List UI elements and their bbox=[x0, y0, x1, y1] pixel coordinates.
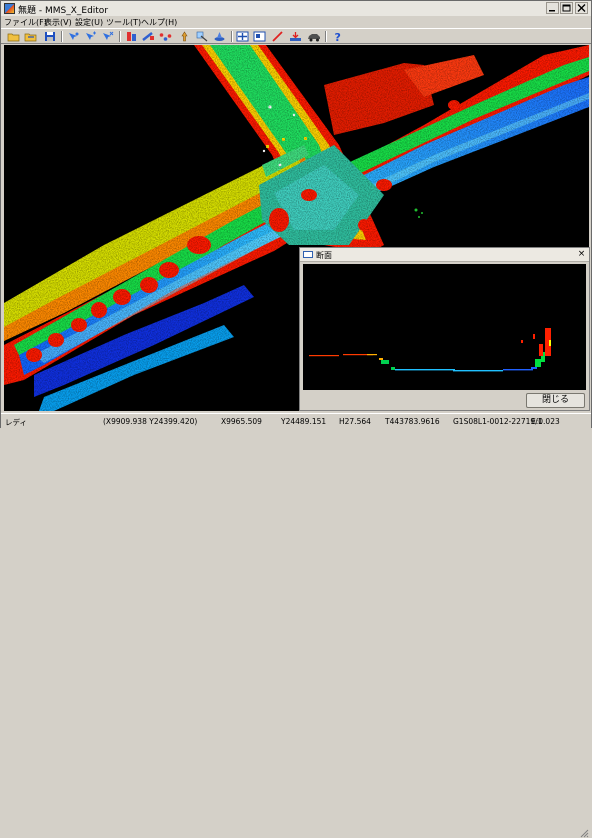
section-dialog-close-icon[interactable]: × bbox=[576, 249, 587, 259]
pin-button[interactable] bbox=[178, 30, 191, 42]
status-y: Y24489.151 bbox=[281, 417, 327, 426]
link-points-icon bbox=[159, 32, 172, 41]
measure-button[interactable] bbox=[196, 30, 209, 42]
minimize-icon bbox=[549, 10, 555, 12]
section-close-button[interactable]: 閉じる bbox=[526, 393, 585, 408]
add-view-icon bbox=[236, 31, 249, 41]
status-h: H27.564 bbox=[339, 417, 371, 426]
toolbar: ? bbox=[1, 28, 591, 44]
car-icon bbox=[308, 33, 320, 41]
open-folder-icon bbox=[7, 33, 20, 41]
section-profile-canvas[interactable] bbox=[303, 264, 586, 390]
menu-file[interactable]: ファイル(F) bbox=[4, 17, 47, 28]
delete-points-icon bbox=[142, 31, 154, 41]
link-points-button[interactable] bbox=[159, 30, 172, 42]
export-icon bbox=[290, 31, 301, 41]
section-dialog: 断面 × 閉じる bbox=[299, 247, 590, 411]
open-file-button[interactable] bbox=[24, 30, 37, 42]
status-e: E:0.023 bbox=[531, 417, 560, 426]
section-dialog-title: 断面 bbox=[316, 251, 332, 260]
select-tool-icon bbox=[69, 32, 79, 40]
draw-line-button[interactable] bbox=[271, 30, 284, 42]
menu-view[interactable]: 表示(V) bbox=[44, 17, 72, 28]
draw-line-icon bbox=[272, 30, 283, 42]
rotate-tool-button[interactable] bbox=[101, 30, 114, 42]
save-icon bbox=[44, 31, 55, 41]
car-button[interactable] bbox=[307, 30, 320, 42]
status-ready: レディ bbox=[5, 418, 27, 427]
move-tool-button[interactable] bbox=[84, 30, 97, 42]
help-button[interactable]: ? bbox=[331, 30, 344, 42]
delete-points-button[interactable] bbox=[142, 30, 155, 42]
status-file: G1S08L1-0012-22719/1 bbox=[453, 417, 543, 426]
status-x: X9965.509 bbox=[221, 417, 262, 426]
svg-text:?: ? bbox=[335, 31, 341, 42]
close-button[interactable] bbox=[575, 2, 588, 14]
menu-help[interactable]: ヘルプ(H) bbox=[141, 17, 177, 28]
section-view-button[interactable] bbox=[253, 30, 266, 42]
export-button[interactable] bbox=[289, 30, 302, 42]
select-tool-button[interactable] bbox=[67, 30, 80, 42]
edit-points-button[interactable] bbox=[125, 30, 138, 42]
menu-bar: ファイル(F) 表示(V) 設定(U) ツール(T) ヘルプ(H) bbox=[1, 16, 591, 28]
menu-settings[interactable]: 設定(U) bbox=[75, 17, 103, 28]
pin-icon bbox=[181, 30, 188, 41]
close-icon bbox=[577, 4, 586, 12]
layer-icon bbox=[214, 31, 225, 41]
edit-points-icon bbox=[127, 31, 136, 41]
maximize-button[interactable] bbox=[560, 2, 573, 14]
open-file-icon bbox=[24, 33, 37, 41]
section-dialog-titlebar[interactable]: 断面 × bbox=[300, 248, 589, 262]
menu-tools[interactable]: ツール(T) bbox=[106, 17, 141, 28]
add-view-button[interactable] bbox=[236, 30, 249, 42]
open-folder-button[interactable] bbox=[7, 30, 20, 42]
section-view-icon bbox=[253, 31, 266, 41]
save-button[interactable] bbox=[43, 30, 56, 42]
minimize-button[interactable] bbox=[546, 2, 559, 14]
app-icon bbox=[4, 3, 15, 14]
maximize-icon bbox=[562, 4, 571, 12]
move-tool-icon bbox=[86, 31, 96, 40]
status-center-coords: (X9909.938 Y24399.420) bbox=[103, 417, 198, 426]
title-bar[interactable]: 無題 - MMS_X_Editor bbox=[1, 1, 591, 17]
help-icon: ? bbox=[335, 31, 341, 42]
measure-icon bbox=[196, 31, 208, 41]
section-window-icon bbox=[303, 251, 313, 258]
app-window: 無題 - MMS_X_Editor ファイル(F) 表示(V) 設定(U) ツー… bbox=[0, 0, 592, 838]
rotate-tool-icon bbox=[103, 31, 114, 40]
resize-grip-icon[interactable] bbox=[579, 828, 589, 838]
status-bar: レディ (X9909.938 Y24399.420) X9965.509 Y24… bbox=[1, 413, 591, 838]
status-t: T443783.9616 bbox=[385, 417, 440, 426]
layer-button[interactable] bbox=[213, 30, 226, 42]
window-title: 無題 - MMS_X_Editor bbox=[18, 6, 109, 16]
section-plot[interactable] bbox=[303, 264, 586, 390]
